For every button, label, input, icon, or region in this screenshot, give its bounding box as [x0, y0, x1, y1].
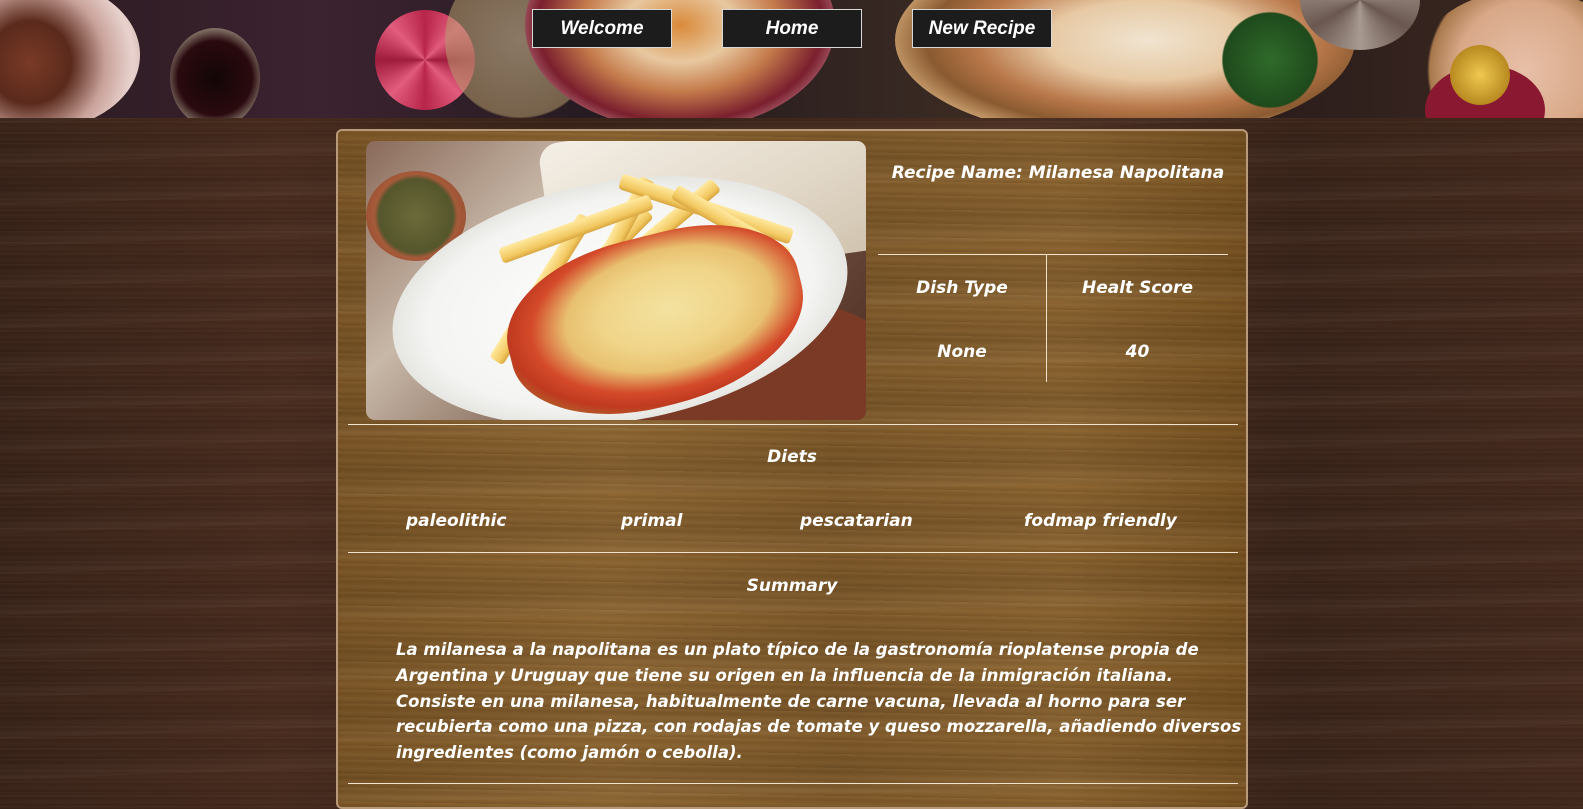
summary-line: recubierta como una pizza, con rodajas d… [396, 717, 1242, 736]
divider [878, 254, 1228, 255]
banner-wine-glass [170, 28, 260, 118]
diet-item: fodmap friendly [1024, 511, 1177, 531]
divider [348, 783, 1238, 784]
nav-welcome-button[interactable]: Welcome [532, 9, 672, 48]
header-banner: Welcome Home New Recipe [0, 0, 1583, 118]
health-score-header: Healt Score [1081, 278, 1193, 298]
health-score-value: 40 [1125, 342, 1150, 362]
recipe-photo [366, 141, 866, 420]
dish-type-value: None [937, 342, 987, 362]
dish-type-header: Dish Type [916, 278, 1008, 298]
divider [348, 424, 1238, 425]
recipe-name: Recipe Name: Milanesa Napolitana [891, 163, 1225, 183]
banner-gold-spoon [1450, 45, 1510, 105]
summary-line: ingredientes (como jamón o cebolla). [396, 743, 743, 762]
nav-home-button[interactable]: Home [722, 9, 862, 48]
divider [1046, 254, 1047, 382]
diet-item: paleolithic [406, 511, 507, 531]
summary-line: Argentina y Uruguay que tiene su origen … [396, 666, 1173, 685]
recipe-detail-card: Recipe Name: Milanesa Napolitana Dish Ty… [336, 129, 1248, 809]
summary-header: Summary [746, 576, 838, 596]
summary-line: La milanesa a la napolitana es un plato … [396, 640, 1199, 659]
diet-item: pescatarian [800, 511, 913, 531]
nav-new-recipe-button[interactable]: New Recipe [912, 9, 1052, 48]
summary-line: Consiste en una milanesa, habitualmente … [396, 692, 1186, 711]
banner-roast-plate [0, 0, 140, 118]
divider [348, 552, 1238, 553]
diet-item: primal [621, 511, 683, 531]
diets-header: Diets [767, 447, 817, 467]
